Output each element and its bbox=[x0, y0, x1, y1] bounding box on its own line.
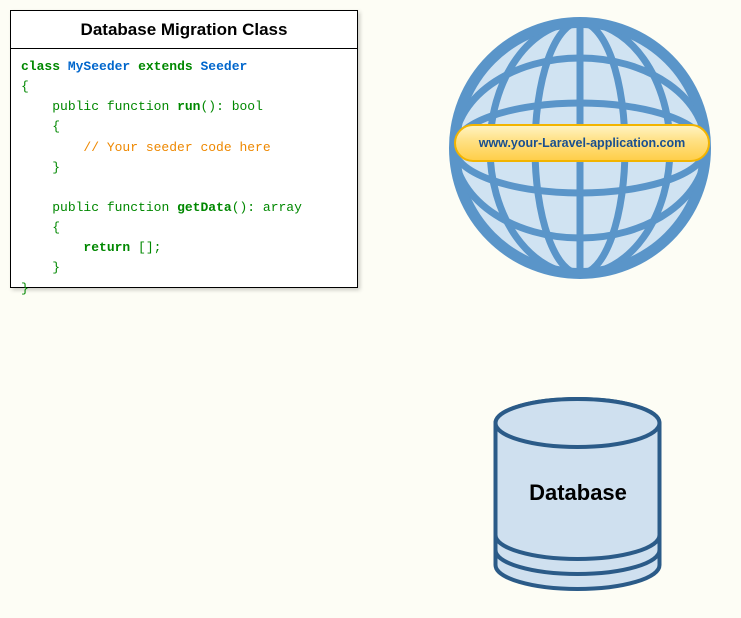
keyword-return: return bbox=[83, 240, 130, 255]
keyword-public: public bbox=[52, 99, 99, 114]
return-type: array bbox=[263, 200, 302, 215]
keyword-function: function bbox=[107, 200, 169, 215]
keyword-extends: extends bbox=[138, 59, 193, 74]
class-name: MySeeder bbox=[68, 59, 130, 74]
brace: { bbox=[52, 119, 60, 134]
code-panel-title: Database Migration Class bbox=[11, 11, 357, 49]
keyword-class: class bbox=[21, 59, 60, 74]
comment: // Your seeder code here bbox=[83, 140, 270, 155]
function-name-run: run bbox=[177, 99, 200, 114]
brace: { bbox=[21, 79, 29, 94]
code-panel: Database Migration Class class MySeeder … bbox=[10, 10, 358, 288]
paren: (): bbox=[200, 99, 223, 114]
brace: } bbox=[52, 160, 60, 175]
brace: } bbox=[52, 260, 60, 275]
keyword-public: public bbox=[52, 200, 99, 215]
database-label: Database bbox=[508, 480, 648, 506]
url-pill: www.your-Laravel-application.com bbox=[454, 124, 710, 162]
return-type: bool bbox=[232, 99, 263, 114]
parent-class: Seeder bbox=[200, 59, 247, 74]
url-text: www.your-Laravel-application.com bbox=[479, 136, 686, 150]
brace: { bbox=[52, 220, 60, 235]
paren: (): bbox=[232, 200, 255, 215]
return-value: []; bbox=[138, 240, 161, 255]
brace: } bbox=[21, 281, 29, 296]
keyword-function: function bbox=[107, 99, 169, 114]
code-body: class MySeeder extends Seeder { public f… bbox=[11, 49, 357, 307]
function-name-getdata: getData bbox=[177, 200, 232, 215]
